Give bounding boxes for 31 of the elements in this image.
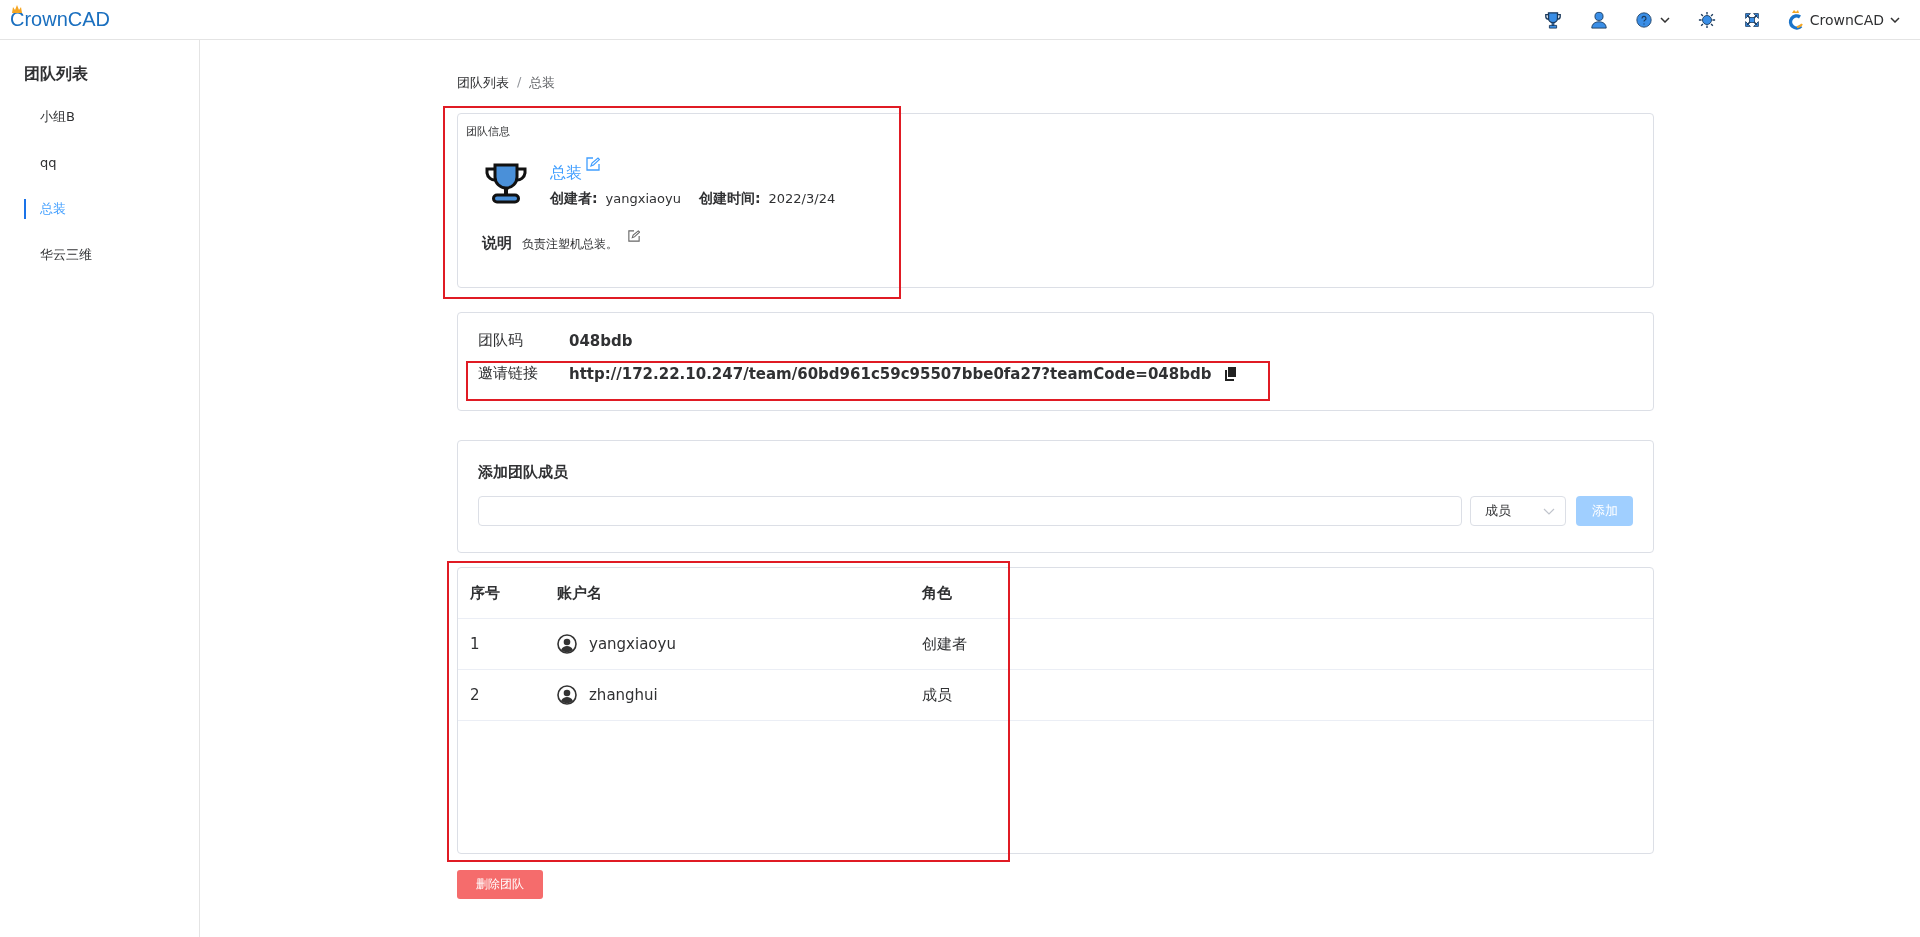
section-title: 团队信息 bbox=[466, 124, 511, 139]
description-text: 负责注塑机总装。 bbox=[522, 236, 618, 253]
created-time-label: 创建时间: bbox=[698, 190, 761, 208]
team-list-item[interactable]: 小组B bbox=[0, 107, 199, 153]
team-code-value: 048bdb bbox=[569, 331, 633, 350]
breadcrumb-item: 总装 bbox=[529, 74, 556, 92]
team-code-label: 团队码 bbox=[478, 331, 524, 350]
sidebar-title: 团队列表 bbox=[23, 64, 89, 85]
team-name: 总装 bbox=[550, 163, 582, 184]
team-list-item[interactable]: qq bbox=[0, 153, 199, 199]
table-cell: zhanghui bbox=[589, 686, 658, 704]
table-cell: 成员 bbox=[922, 685, 952, 705]
user-menu[interactable]: CrownCAD bbox=[1787, 9, 1900, 30]
column-header: 序号 bbox=[469, 583, 501, 603]
role-select[interactable]: 成员 bbox=[1470, 496, 1566, 526]
table-cell: yangxiaoyu bbox=[589, 635, 676, 653]
table-cell-text: 2 bbox=[469, 686, 481, 704]
created-date: 2022/3/24 bbox=[768, 191, 836, 206]
breadcrumb-item[interactable]: 团队列表 bbox=[457, 74, 509, 92]
column-header: 账户名 bbox=[557, 583, 603, 603]
team-list-item[interactable]: 华云三维 bbox=[0, 245, 199, 291]
section-title: 添加团队成员 bbox=[478, 463, 569, 482]
breadcrumb-separator: / bbox=[517, 74, 522, 91]
table-cell-text: 1 bbox=[469, 635, 481, 653]
creator-label: 创建者: bbox=[550, 190, 598, 208]
column-header: 角色 bbox=[922, 583, 952, 603]
table-cell: 创建者 bbox=[922, 634, 967, 654]
description-label: 说明 bbox=[482, 234, 512, 253]
creator-name: yangxiaoyu bbox=[605, 191, 681, 206]
crowncad-logo[interactable]: CrownCAD bbox=[10, 8, 111, 31]
invite-link-label: 邀请链接 bbox=[478, 364, 539, 383]
